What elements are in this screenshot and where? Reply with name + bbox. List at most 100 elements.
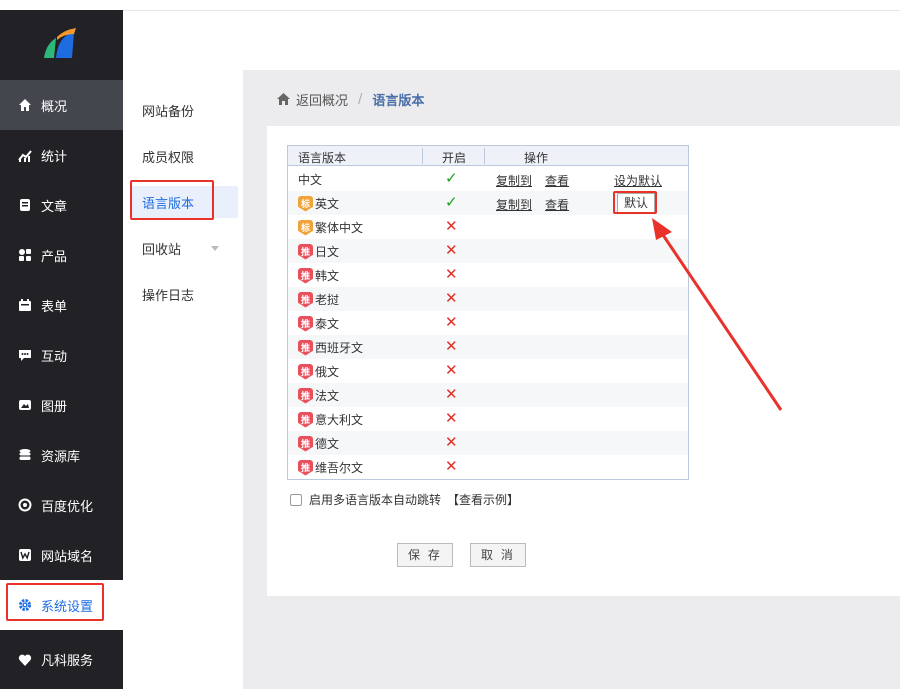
sidebar-item-label: 概况 [41,99,68,115]
copy-to-link[interactable]: 复制到 [496,172,532,189]
sidebar-item-forms[interactable]: 表单 [0,280,123,330]
sidebar-item-products[interactable]: 产品 [0,230,123,280]
submenu-item-label: 网站备份 [142,104,195,120]
highlight-box [130,180,214,220]
table-row: 推意大利文 ✕ [288,407,688,431]
sidebar-item-domain[interactable]: 网站域名 [0,530,123,580]
breadcrumb-current: 语言版本 [372,93,425,109]
sidebar-item-service[interactable]: 凡科服务 [0,630,123,689]
table-row: 推俄文 ✕ [288,359,688,383]
auto-redirect-option: 启用多语言版本自动跳转 【查看示例】 [290,491,519,508]
cancel-button[interactable]: 取 消 [470,543,526,567]
language-name: 标繁体中文 [298,219,363,236]
check-icon: ✓ [445,193,458,211]
chevron-down-icon [211,246,219,251]
heart-icon [17,652,33,668]
submenu-item-backup[interactable]: 网站备份 [123,94,231,126]
language-name: 推维吾尔文 [298,459,363,476]
language-name: 推西班牙文 [298,339,363,356]
chat-icon [17,347,33,363]
settings-submenu: 网站备份 成员权限 语言版本 回收站 操作日志 [123,70,243,689]
sidebar-item-label: 网站域名 [41,549,94,565]
recommend-badge-icon: 推 [298,363,313,380]
calendar-icon [17,297,33,313]
breadcrumb-separator: / [358,91,363,107]
set-default-link[interactable]: 设为默认 [614,172,662,189]
language-label: 日文 [315,245,340,259]
recommend-badge-icon: 推 [298,411,313,428]
sidebar-item-overview[interactable]: 概况 [0,80,123,130]
sidebar-item-label: 百度优化 [41,499,94,515]
copy-to-link[interactable]: 复制到 [496,196,532,213]
language-label: 俄文 [315,365,340,379]
chart-icon [17,147,33,163]
cross-icon: ✕ [445,409,458,427]
cross-icon: ✕ [445,361,458,379]
database-icon [17,447,33,463]
sidebar-item-articles[interactable]: 文章 [0,180,123,230]
language-name: 推日文 [298,243,339,260]
table-row: 推法文 ✕ [288,383,688,407]
sidebar-item-seo[interactable]: 百度优化 [0,480,123,530]
home-icon[interactable] [276,92,291,106]
sidebar-item-statistics[interactable]: 统计 [0,130,123,180]
recommend-badge-icon: 推 [298,459,313,476]
cross-icon: ✕ [445,457,458,475]
table-row: 推西班牙文 ✕ [288,335,688,359]
recommend-badge-icon: 推 [298,339,313,356]
recommend-badge-icon: 推 [298,291,313,308]
language-name: 推法文 [298,387,339,404]
check-icon: ✓ [445,169,458,187]
submenu-item-logs[interactable]: 操作日志 [123,278,231,310]
highlight-box [6,583,104,621]
target-icon [17,497,33,513]
table-row: 推德文 ✕ [288,431,688,455]
language-label: 德文 [315,437,340,451]
language-label: 法文 [315,389,340,403]
sidebar-item-label: 文章 [41,199,68,215]
sidebar-item-label: 产品 [41,249,68,265]
sidebar-item-resources[interactable]: 资源库 [0,430,123,480]
recommend-badge-icon: 推 [298,243,313,260]
language-name: 中文 [298,171,322,188]
table-row: 推老挝 ✕ [288,287,688,311]
table-row: 推泰文 ✕ [288,311,688,335]
recommend-badge-icon: 推 [298,267,313,284]
language-name: 推俄文 [298,363,339,380]
view-link[interactable]: 查看 [545,196,569,213]
breadcrumb-back-link[interactable]: 返回概况 [296,90,348,109]
sidebar-item-gallery[interactable]: 图册 [0,380,123,430]
breadcrumb: 返回概况 / 语言版本 [276,90,425,109]
language-label: 中文 [298,173,323,187]
cross-icon: ✕ [445,241,458,259]
example-link[interactable]: 【查看示例】 [447,491,519,508]
submenu-item-label: 回收站 [142,242,182,258]
logo-icon[interactable] [0,10,123,80]
recommend-badge-icon: 推 [298,435,313,452]
article-icon [17,197,33,213]
sidebar-item-label: 表单 [41,299,68,315]
table-row: 标繁体中文 ✕ [288,215,688,239]
sidebar-item-label: 互动 [41,349,68,365]
sidebar-item-label: 凡科服务 [41,654,94,669]
auto-redirect-checkbox[interactable] [290,493,302,506]
image-icon [17,397,33,413]
cross-icon: ✕ [445,289,458,307]
cross-icon: ✕ [445,265,458,283]
submenu-item-label: 操作日志 [142,288,195,304]
sidebar-item-interaction[interactable]: 互动 [0,330,123,380]
highlight-box [613,191,657,214]
submenu-item-permissions[interactable]: 成员权限 [123,140,231,172]
language-name: 推老挝 [298,291,339,308]
home-icon [17,97,33,113]
w-icon [17,547,33,563]
grid-icon [17,247,33,263]
standard-badge-icon: 标 [298,195,313,212]
save-button[interactable]: 保 存 [397,543,453,567]
language-label: 英文 [315,197,340,211]
submenu-item-recycle[interactable]: 回收站 [123,232,231,264]
language-name: 推韩文 [298,267,339,284]
cross-icon: ✕ [445,337,458,355]
sidebar-item-label: 统计 [41,149,68,165]
view-link[interactable]: 查看 [545,172,569,189]
